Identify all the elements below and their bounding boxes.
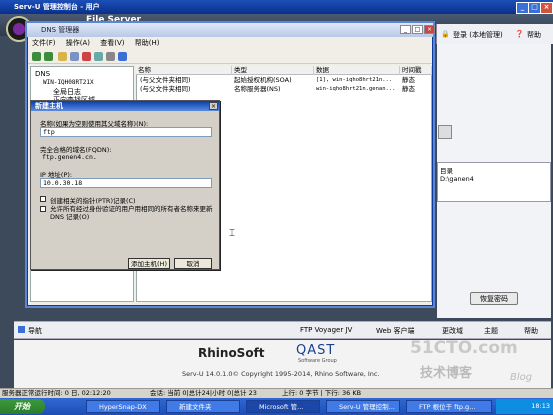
table-row[interactable]: (与父文件夹相同) <box>140 85 230 94</box>
dialog-close-button[interactable]: × <box>209 102 218 110</box>
menu-view[interactable]: 查看(V) <box>100 39 124 47</box>
task-microsoft[interactable]: Microsoft 管... <box>246 400 320 413</box>
link-change-domain[interactable]: 更改域 <box>442 326 463 336</box>
task-ftp[interactable]: FTP 根位于 ftp.g... <box>406 400 492 413</box>
directory-value: D:\ganen4 <box>440 175 474 183</box>
ip-input[interactable]: 10.0.30.18 <box>40 178 212 188</box>
forward-icon[interactable] <box>44 52 53 61</box>
qast-subtitle: Software Group <box>298 358 337 364</box>
outer-title: Serv-U 管理控制台 - 用户 <box>14 3 100 11</box>
help-toolbar-icon[interactable] <box>118 52 127 61</box>
copyright: Serv-U 14.0.1.0© Copyright 1995-2014, Rh… <box>182 370 380 378</box>
login-icon: 🔒 <box>441 30 450 38</box>
start-button[interactable]: 开始 <box>0 399 45 414</box>
nav-icon <box>18 326 25 333</box>
status-uptime: 服务器正常运行时间: 0 日, 02:12:20 <box>2 389 111 397</box>
link-ftp-voyager[interactable]: FTP Voyager JV <box>300 326 352 334</box>
outer-title-bar: Serv-U 管理控制台 - 用户 _ □ × <box>0 0 553 14</box>
dns-title: DNS 管理器 <box>41 26 80 34</box>
properties-icon[interactable] <box>70 52 79 61</box>
tree-item-dns[interactable]: DNS <box>35 70 50 78</box>
top-right-toolbar: 🔒 登录 (本地管理) ❓ 帮助 <box>436 24 553 44</box>
watermark-blog: Blog <box>510 372 533 383</box>
dialog-title: 新建主机 <box>31 101 219 111</box>
cancel-button[interactable]: 取消 <box>174 258 212 269</box>
reset-password-button[interactable]: 恢复密码 <box>470 292 518 305</box>
delete-icon[interactable] <box>82 52 91 61</box>
name-input[interactable]: ftp <box>40 127 212 137</box>
close-button[interactable]: × <box>540 2 553 14</box>
link-theme[interactable]: 主题 <box>484 326 498 336</box>
watermark-site: 51CTO.com <box>410 338 518 358</box>
ptr-label: 创建相关的指针(PTR)记录(C) <box>50 197 136 205</box>
mouse-cursor-icon: ⌶ <box>229 228 235 239</box>
update-checkbox[interactable] <box>40 206 46 212</box>
export-icon[interactable] <box>106 52 115 61</box>
qast-logo: QAST <box>296 343 336 358</box>
menu-help[interactable]: 帮助(H) <box>135 39 160 47</box>
back-icon[interactable] <box>32 52 41 61</box>
nav-label[interactable]: 导航 <box>28 326 42 336</box>
column-timestamp[interactable]: 时间戳 <box>400 66 432 75</box>
status-bar: 服务器正常运行时间: 0 日, 02:12:20 会话: 当前 0|总计24|小… <box>0 388 553 398</box>
table-cell-ts: 静态 <box>402 76 415 84</box>
table-cell-type: 名称服务器(NS) <box>234 85 281 93</box>
menu-action[interactable]: 操作(A) <box>66 39 90 47</box>
watermark-sub: 技术博客 <box>420 366 473 381</box>
clock[interactable]: 18:13 <box>531 402 550 410</box>
menu-file[interactable]: 文件(F) <box>32 39 56 47</box>
status-sessions: 会话: 当前 0|总计24|小时 0|总计 23 <box>150 389 257 397</box>
nav-strip: 导航 FTP Voyager JV Web 客户端 更改域 主题 帮助 <box>14 321 551 339</box>
login-link[interactable]: 登录 (本地管理) <box>453 30 503 40</box>
dns-maximize-button[interactable]: □ <box>412 25 423 34</box>
ptr-checkbox[interactable] <box>40 196 46 202</box>
column-type[interactable]: 类型 <box>232 66 314 75</box>
table-row[interactable]: (与父文件夹相同) <box>140 76 230 85</box>
tree-item-server[interactable]: WIN-IQH08RT21X <box>43 79 94 86</box>
table-cell-data: [1], win-iqho8hrt21n... <box>316 77 393 83</box>
dns-title-bar: DNS 管理器 <box>27 23 433 37</box>
link-help[interactable]: 帮助 <box>524 326 538 336</box>
refresh-icon[interactable] <box>94 52 103 61</box>
dns-close-button[interactable]: × <box>424 25 435 34</box>
dns-menu-bar: 文件(F) 操作(A) 查看(V) 帮助(H) <box>28 38 432 49</box>
task-new-folder[interactable]: 新建文件夹 <box>166 400 240 413</box>
task-hypersnap[interactable]: HyperSnap-DX <box>86 400 160 413</box>
rhinosoft-logo: RhinoSoft <box>198 346 265 360</box>
add-host-button[interactable]: 添加主机(H) <box>128 258 170 269</box>
status-traffic: 上行: 0 字节 | 下行: 36 KB <box>282 389 362 397</box>
table-cell-type: 起始授权机构(SOA) <box>234 76 292 84</box>
directory-panel: 目录 D:\ganen4 <box>437 162 551 202</box>
link-web-client[interactable]: Web 客户端 <box>376 326 415 336</box>
table-cell-ts: 静态 <box>402 85 415 93</box>
update-label: 允许所有经过身份验证的用户用相同的所有者名称来更新 DNS 记录(O) <box>50 205 213 221</box>
task-serv-u[interactable]: Serv-U 管理控制... <box>326 400 400 413</box>
side-button[interactable] <box>438 125 452 139</box>
table-cell-data: win-iqho8hrt21n.genan... <box>316 86 396 92</box>
system-tray: 18:13 <box>496 399 553 414</box>
help-link[interactable]: 帮助 <box>527 30 541 40</box>
directory-title: 目录 <box>440 167 453 175</box>
fqdn-value: ftp.genen4.cn. <box>40 153 212 163</box>
dns-minimize-button[interactable]: _ <box>400 25 411 34</box>
folder-icon[interactable] <box>58 52 67 61</box>
help-icon: ❓ <box>515 30 524 38</box>
column-name[interactable]: 名称 <box>136 66 232 75</box>
column-data[interactable]: 数据 <box>314 66 400 75</box>
